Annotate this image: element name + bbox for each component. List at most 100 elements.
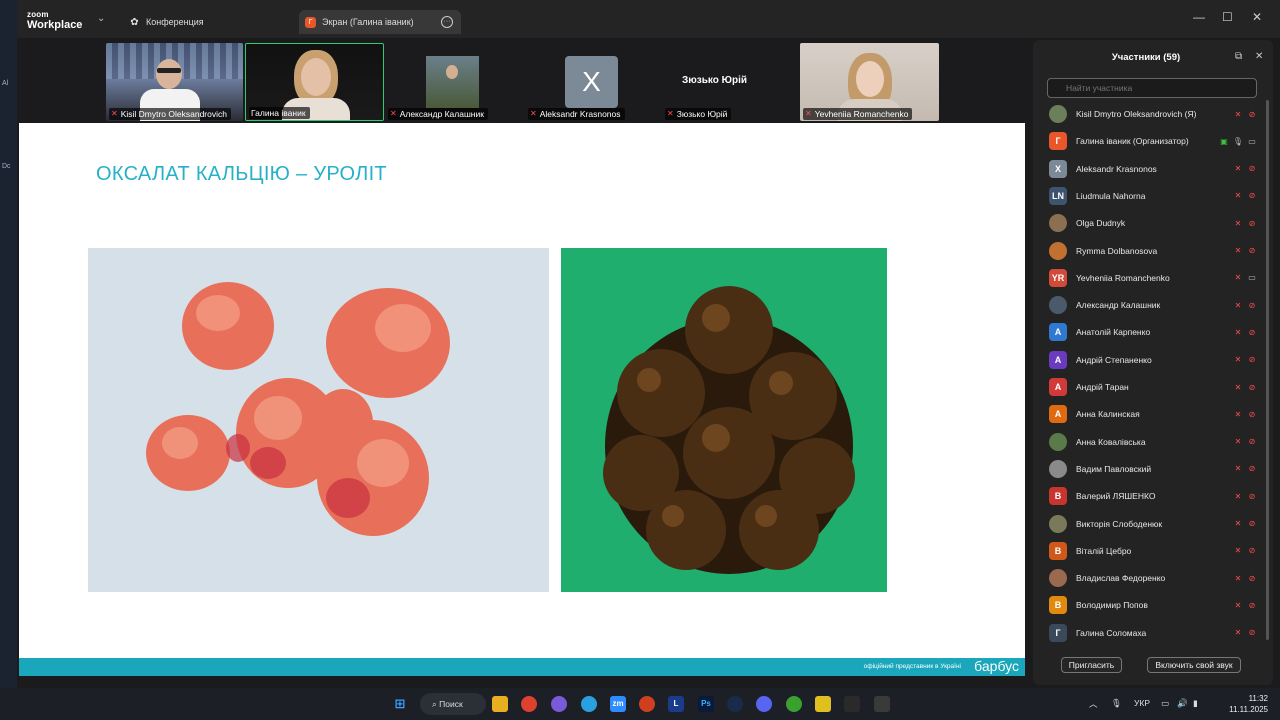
mic-off-icon[interactable]: ✕ [1231, 410, 1245, 419]
participant-row[interactable]: В Віталій Цебро ✕ ⊘ [1049, 541, 1259, 561]
language-indicator[interactable]: УКР [1134, 698, 1150, 708]
mic-off-icon[interactable]: ✕ [1231, 164, 1245, 173]
mic-off-icon[interactable]: ✕ [1231, 601, 1245, 610]
camera-off-icon[interactable]: ⊘ [1245, 383, 1259, 392]
camera-off-icon[interactable]: ⊘ [1245, 437, 1259, 446]
windows-start-icon[interactable]: ⊞ [392, 696, 408, 712]
mic-off-icon[interactable]: ✕ [1231, 628, 1245, 637]
camera-off-icon[interactable]: ⊘ [1245, 628, 1259, 637]
app-icon[interactable] [844, 696, 860, 712]
camera-off-icon[interactable]: ⊘ [1245, 164, 1259, 173]
camera-off-icon[interactable]: ⊘ [1245, 355, 1259, 364]
mic-off-icon[interactable]: ✕ [1231, 546, 1245, 555]
camera-on-icon[interactable]: ▭ [1245, 137, 1259, 146]
telegram-icon[interactable] [581, 696, 597, 712]
camera-off-icon[interactable]: ⊘ [1245, 219, 1259, 228]
participant-row[interactable]: Владислав Федоренко ✕ ⊘ [1049, 568, 1259, 588]
camera-on-icon[interactable]: ▭ [1245, 273, 1259, 282]
tab-conference[interactable]: ✿ Конференция [129, 10, 299, 34]
participant-row[interactable]: В Володимир Попов ✕ ⊘ [1049, 595, 1259, 615]
mic-off-icon[interactable]: ✕ [1231, 191, 1245, 200]
camera-off-icon[interactable]: ⊘ [1245, 246, 1259, 255]
volume-icon[interactable]: 🔊 [1177, 698, 1188, 709]
photoshop-icon[interactable]: Ps [698, 696, 714, 712]
camera-off-icon[interactable]: ⊘ [1245, 301, 1259, 310]
participant-row[interactable]: А Анна Калинская ✕ ⊘ [1049, 404, 1259, 424]
system-clock[interactable]: 11:32 11.11.2025 [1229, 693, 1268, 715]
more-options-icon[interactable]: ··· [441, 16, 453, 28]
zoom-logo[interactable]: zoom Workplace [27, 10, 82, 31]
participant-row[interactable]: В Валерий ЛЯШЕНКО ✕ ⊘ [1049, 486, 1259, 506]
minimize-button[interactable]: — [1193, 10, 1205, 24]
mic-off-icon[interactable]: ✕ [1231, 273, 1245, 282]
mic-off-icon[interactable]: ✕ [1231, 328, 1245, 337]
invite-button[interactable]: Пригласить [1061, 657, 1122, 673]
mic-off-icon[interactable]: ✕ [1231, 464, 1245, 473]
chevron-up-icon[interactable]: ︿ [1089, 698, 1098, 710]
popout-icon[interactable]: ⧉ [1235, 51, 1242, 62]
app-icon[interactable] [639, 696, 655, 712]
participant-row[interactable]: LN Liudmula Nahorna ✕ ⊘ [1049, 186, 1259, 206]
zoom-taskbar-icon[interactable]: zm [610, 696, 626, 712]
participant-row[interactable]: Александр Калашник ✕ ⊘ [1049, 295, 1259, 315]
battery-icon[interactable]: ▮ [1193, 698, 1198, 709]
mic-off-icon[interactable]: ✕ [1231, 110, 1245, 119]
participant-row[interactable]: А Анатолій Карпенко ✕ ⊘ [1049, 322, 1259, 342]
network-icon[interactable]: ▭ [1161, 698, 1169, 709]
steam-icon[interactable] [727, 696, 743, 712]
maximize-button[interactable]: ☐ [1222, 10, 1233, 24]
app-l-icon[interactable]: L [668, 696, 684, 712]
mic-off-icon[interactable]: ✕ [1231, 437, 1245, 446]
camera-off-icon[interactable]: ⊘ [1245, 492, 1259, 501]
mic-off-icon[interactable]: ✕ [1231, 355, 1245, 364]
tab-shared-screen[interactable]: Г Экран (Галина іваник) ··· [299, 10, 461, 34]
mic-off-icon[interactable]: ✕ [1231, 492, 1245, 501]
app-icon[interactable] [815, 696, 831, 712]
participant-row[interactable]: Г Галина іваник (Организатор) ▣ 🎙 ▭ [1049, 131, 1259, 151]
participant-row[interactable]: X Aleksandr Krasnonos ✕ ⊘ [1049, 159, 1259, 179]
camera-off-icon[interactable]: ⊘ [1245, 410, 1259, 419]
unmute-self-button[interactable]: Включить свой звук [1147, 657, 1241, 673]
camera-off-icon[interactable]: ⊘ [1245, 328, 1259, 337]
chevron-down-icon[interactable]: ⌄ [97, 13, 105, 24]
camera-off-icon[interactable]: ⊘ [1245, 519, 1259, 528]
video-tile-active-speaker[interactable]: Галина іваник [245, 43, 384, 121]
participant-row[interactable]: Анна Ковалівська ✕ ⊘ [1049, 432, 1259, 452]
mic-off-icon[interactable]: ✕ [1231, 383, 1245, 392]
participant-row[interactable]: Викторія Слободенюк ✕ ⊘ [1049, 514, 1259, 534]
close-button[interactable]: ✕ [1252, 10, 1262, 24]
close-icon[interactable]: ✕ [1255, 51, 1263, 62]
participant-row[interactable]: Вадим Павловский ✕ ⊘ [1049, 459, 1259, 479]
scrollbar[interactable] [1266, 100, 1269, 640]
mic-off-icon[interactable]: ✕ [1231, 219, 1245, 228]
camera-off-icon[interactable]: ⊘ [1245, 110, 1259, 119]
viber-icon[interactable] [551, 696, 567, 712]
mic-off-icon[interactable]: ✕ [1231, 574, 1245, 583]
taskbar-search-button[interactable]: ⌕ Поиск [420, 693, 486, 715]
mic-on-icon[interactable]: 🎙 [1231, 137, 1245, 146]
participant-search-input[interactable] [1047, 78, 1257, 98]
camera-off-icon[interactable]: ⊘ [1245, 191, 1259, 200]
camera-off-icon[interactable]: ⊘ [1245, 546, 1259, 555]
mic-off-icon[interactable]: ✕ [1231, 301, 1245, 310]
chrome-icon[interactable] [521, 696, 537, 712]
app-icon[interactable] [874, 696, 890, 712]
camera-off-icon[interactable]: ⊘ [1245, 464, 1259, 473]
participant-row[interactable]: А Андрій Таран ✕ ⊘ [1049, 377, 1259, 397]
participant-row[interactable]: Rymma Dolbanosova ✕ ⊘ [1049, 241, 1259, 261]
microphone-icon[interactable]: 🎙 [1111, 698, 1122, 709]
participant-row[interactable]: Г Галина Соломаха ✕ ⊘ [1049, 623, 1259, 643]
video-tile[interactable]: ✕ Kisil Dmytro Oleksandrovich [106, 43, 243, 121]
mic-off-icon[interactable]: ✕ [1231, 246, 1245, 255]
participant-row[interactable]: YR Yevheniia Romanchenko ✕ ▭ [1049, 268, 1259, 288]
file-explorer-icon[interactable] [492, 696, 508, 712]
participant-row[interactable]: Kisil Dmytro Oleksandrovich (Я) ✕ ⊘ [1049, 104, 1259, 124]
video-tile[interactable]: ✕ Yevheniia Romanchenko [800, 43, 939, 121]
participant-row[interactable]: Olga Dudnyk ✕ ⊘ [1049, 213, 1259, 233]
participant-row[interactable]: А Андрій Степаненко ✕ ⊘ [1049, 350, 1259, 370]
video-tile[interactable]: ✕ Александр Калашник [385, 43, 490, 121]
torrent-icon[interactable] [786, 696, 802, 712]
discord-icon[interactable] [756, 696, 772, 712]
camera-off-icon[interactable]: ⊘ [1245, 574, 1259, 583]
camera-off-icon[interactable]: ⊘ [1245, 601, 1259, 610]
